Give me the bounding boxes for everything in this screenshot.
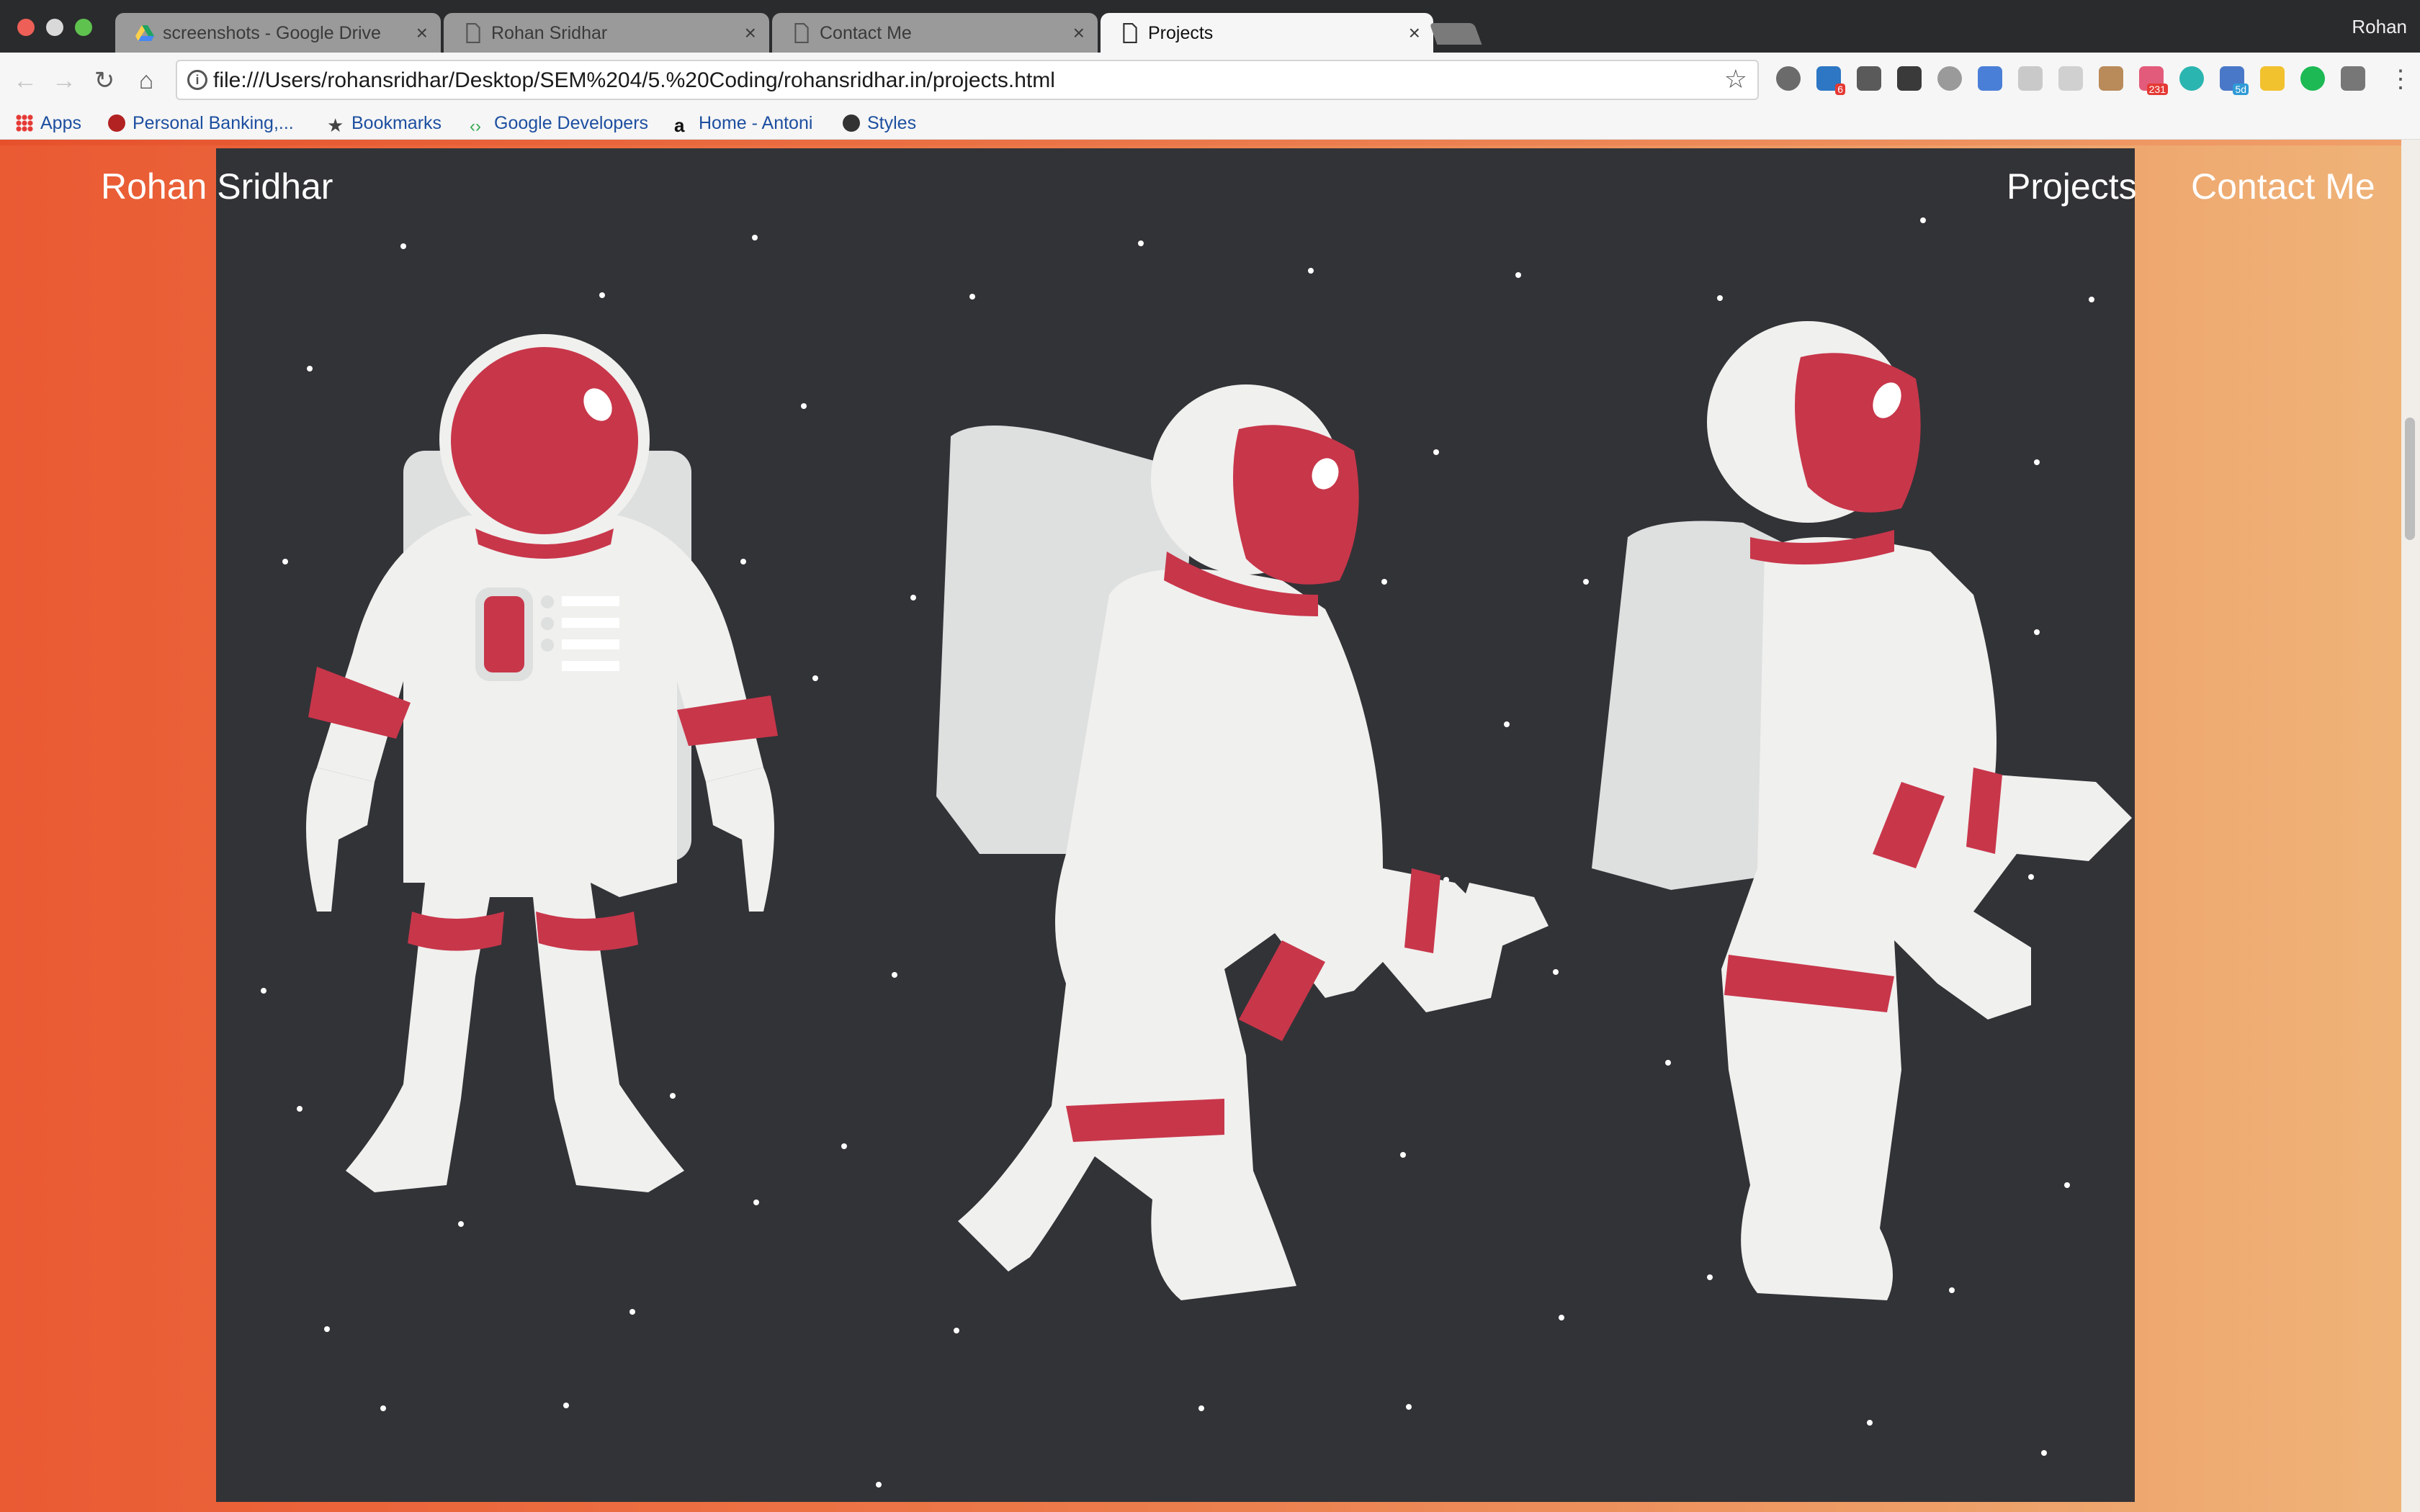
tab-close-icon[interactable]: × bbox=[1409, 22, 1420, 45]
nav-contact-link[interactable]: Contact Me bbox=[2191, 166, 2375, 207]
back-arrow-icon[interactable]: ← bbox=[9, 64, 42, 97]
document-icon bbox=[794, 23, 809, 43]
page-scrollbar[interactable] bbox=[2401, 140, 2420, 1512]
bookmark-apps[interactable]: Apps bbox=[16, 113, 81, 134]
bookmarks-bar: Apps Personal Banking,... ★ Bookmarks ‹› G… bbox=[0, 109, 2420, 140]
styles-icon bbox=[843, 114, 860, 132]
tab-title: Contact Me bbox=[820, 23, 912, 43]
astronaut-side-1 bbox=[936, 384, 1549, 1300]
bookmark-label: Styles bbox=[867, 113, 917, 133]
new-tab-button[interactable] bbox=[1429, 23, 1482, 45]
bookmark-google-developers[interactable]: ‹› Google Developers bbox=[470, 113, 648, 135]
star-icon: ★ bbox=[327, 114, 344, 136]
document-icon bbox=[1123, 23, 1137, 43]
bookmark-label: Home - Antoni bbox=[699, 113, 813, 133]
page-background: Rohan Sridhar Projects Contact Me bbox=[0, 140, 2420, 1512]
hero-space-illustration bbox=[216, 148, 2135, 1502]
drive-extension-icon[interactable] bbox=[2260, 66, 2285, 91]
extension-badge: 231 bbox=[2146, 84, 2168, 95]
tab-projects[interactable]: Projects × bbox=[1101, 13, 1433, 53]
pin-extension-icon[interactable] bbox=[1857, 66, 1881, 91]
tab-close-icon[interactable]: × bbox=[745, 22, 756, 45]
bookmark-home-antoni[interactable]: a Home - Antoni bbox=[674, 113, 813, 136]
home-icon[interactable]: ⌂ bbox=[130, 64, 163, 97]
browser-toolbar: ← → ↻ ⌂ i file:///Users/rohansridhar/Des… bbox=[0, 53, 2420, 109]
dropper-extension-icon[interactable] bbox=[2099, 66, 2123, 91]
google-developers-icon: ‹› bbox=[470, 117, 481, 136]
window-close-button[interactable] bbox=[17, 19, 35, 36]
astronaut-front bbox=[306, 334, 778, 1192]
bookmark-personal-banking[interactable]: Personal Banking,... bbox=[108, 113, 294, 134]
google-drive-icon bbox=[135, 25, 154, 41]
extension-badge: 5d bbox=[2233, 84, 2249, 95]
scrollbar-thumb[interactable] bbox=[2405, 418, 2415, 540]
astronauts-illustration bbox=[261, 217, 2132, 1488]
address-bar[interactable]: i file:///Users/rohansridhar/Desktop/SEM… bbox=[176, 60, 1759, 100]
bookmark-styles[interactable]: Styles bbox=[843, 113, 916, 134]
bookmark-label: Bookmarks bbox=[351, 113, 442, 133]
font-extension-icon[interactable] bbox=[2341, 66, 2365, 91]
info-icon[interactable]: i bbox=[187, 70, 207, 90]
tab-title: screenshots - Google Drive bbox=[163, 23, 381, 43]
address-bar-url[interactable]: file:///Users/rohansridhar/Desktop/SEM%2… bbox=[213, 68, 1055, 93]
window-maximize-button[interactable] bbox=[75, 19, 92, 36]
document-icon bbox=[466, 23, 480, 43]
tab-google-drive[interactable]: screenshots - Google Drive × bbox=[115, 13, 441, 53]
browser-menu-icon[interactable]: ⋮ bbox=[2388, 65, 2413, 94]
bookmark-label: Apps bbox=[40, 113, 81, 133]
browser-titlebar: screenshots - Google Drive × Rohan Sridh… bbox=[0, 0, 2420, 53]
tab-title: Rohan Sridhar bbox=[491, 23, 608, 43]
bookmark-label: Personal Banking,... bbox=[133, 113, 294, 133]
circle-extension-icon[interactable] bbox=[2179, 66, 2204, 91]
bank-icon bbox=[108, 114, 125, 132]
counter-extension-icon[interactable]: 231 bbox=[2139, 66, 2168, 95]
notification-extension-icon[interactable]: 6 bbox=[1816, 66, 1845, 95]
bookmark-star-icon[interactable]: ☆ bbox=[1724, 64, 1747, 94]
window-minimize-button[interactable] bbox=[46, 19, 63, 36]
lightbulb-extension-icon[interactable] bbox=[1776, 66, 1801, 91]
reload-icon[interactable]: ↻ bbox=[88, 64, 121, 97]
tab-contact-me[interactable]: Contact Me × bbox=[772, 13, 1098, 53]
bookmark-label: Google Developers bbox=[494, 113, 649, 133]
window-extension-icon[interactable] bbox=[2018, 66, 2043, 91]
camera-extension-icon[interactable] bbox=[2058, 66, 2083, 91]
tab-close-icon[interactable]: × bbox=[416, 22, 428, 45]
tab-close-icon[interactable]: × bbox=[1073, 22, 1085, 45]
apps-grid-icon bbox=[16, 114, 33, 132]
page-top-border bbox=[0, 140, 2420, 145]
chat-extension-icon[interactable] bbox=[1937, 66, 1962, 91]
forward-arrow-icon[interactable]: → bbox=[48, 64, 81, 97]
nav-projects-link[interactable]: Projects bbox=[2007, 166, 2137, 207]
tab-title: Projects bbox=[1148, 23, 1214, 43]
translate-extension-icon[interactable] bbox=[1978, 66, 2002, 91]
tab-rohan-sridhar[interactable]: Rohan Sridhar × bbox=[444, 13, 769, 53]
film-extension-icon[interactable] bbox=[1897, 66, 1922, 91]
amazon-icon: a bbox=[674, 114, 685, 136]
extension-badge: 6 bbox=[1835, 84, 1845, 95]
bookmark-bookmarks-folder[interactable]: ★ Bookmarks bbox=[327, 113, 442, 136]
grammarly-extension-icon[interactable] bbox=[2300, 66, 2325, 91]
astronaut-side-2 bbox=[1592, 321, 2132, 1300]
profile-name[interactable]: Rohan bbox=[2352, 16, 2407, 38]
calendar-extension-icon[interactable]: 5d bbox=[2220, 66, 2249, 95]
site-brand[interactable]: Rohan Sridhar bbox=[101, 166, 333, 207]
